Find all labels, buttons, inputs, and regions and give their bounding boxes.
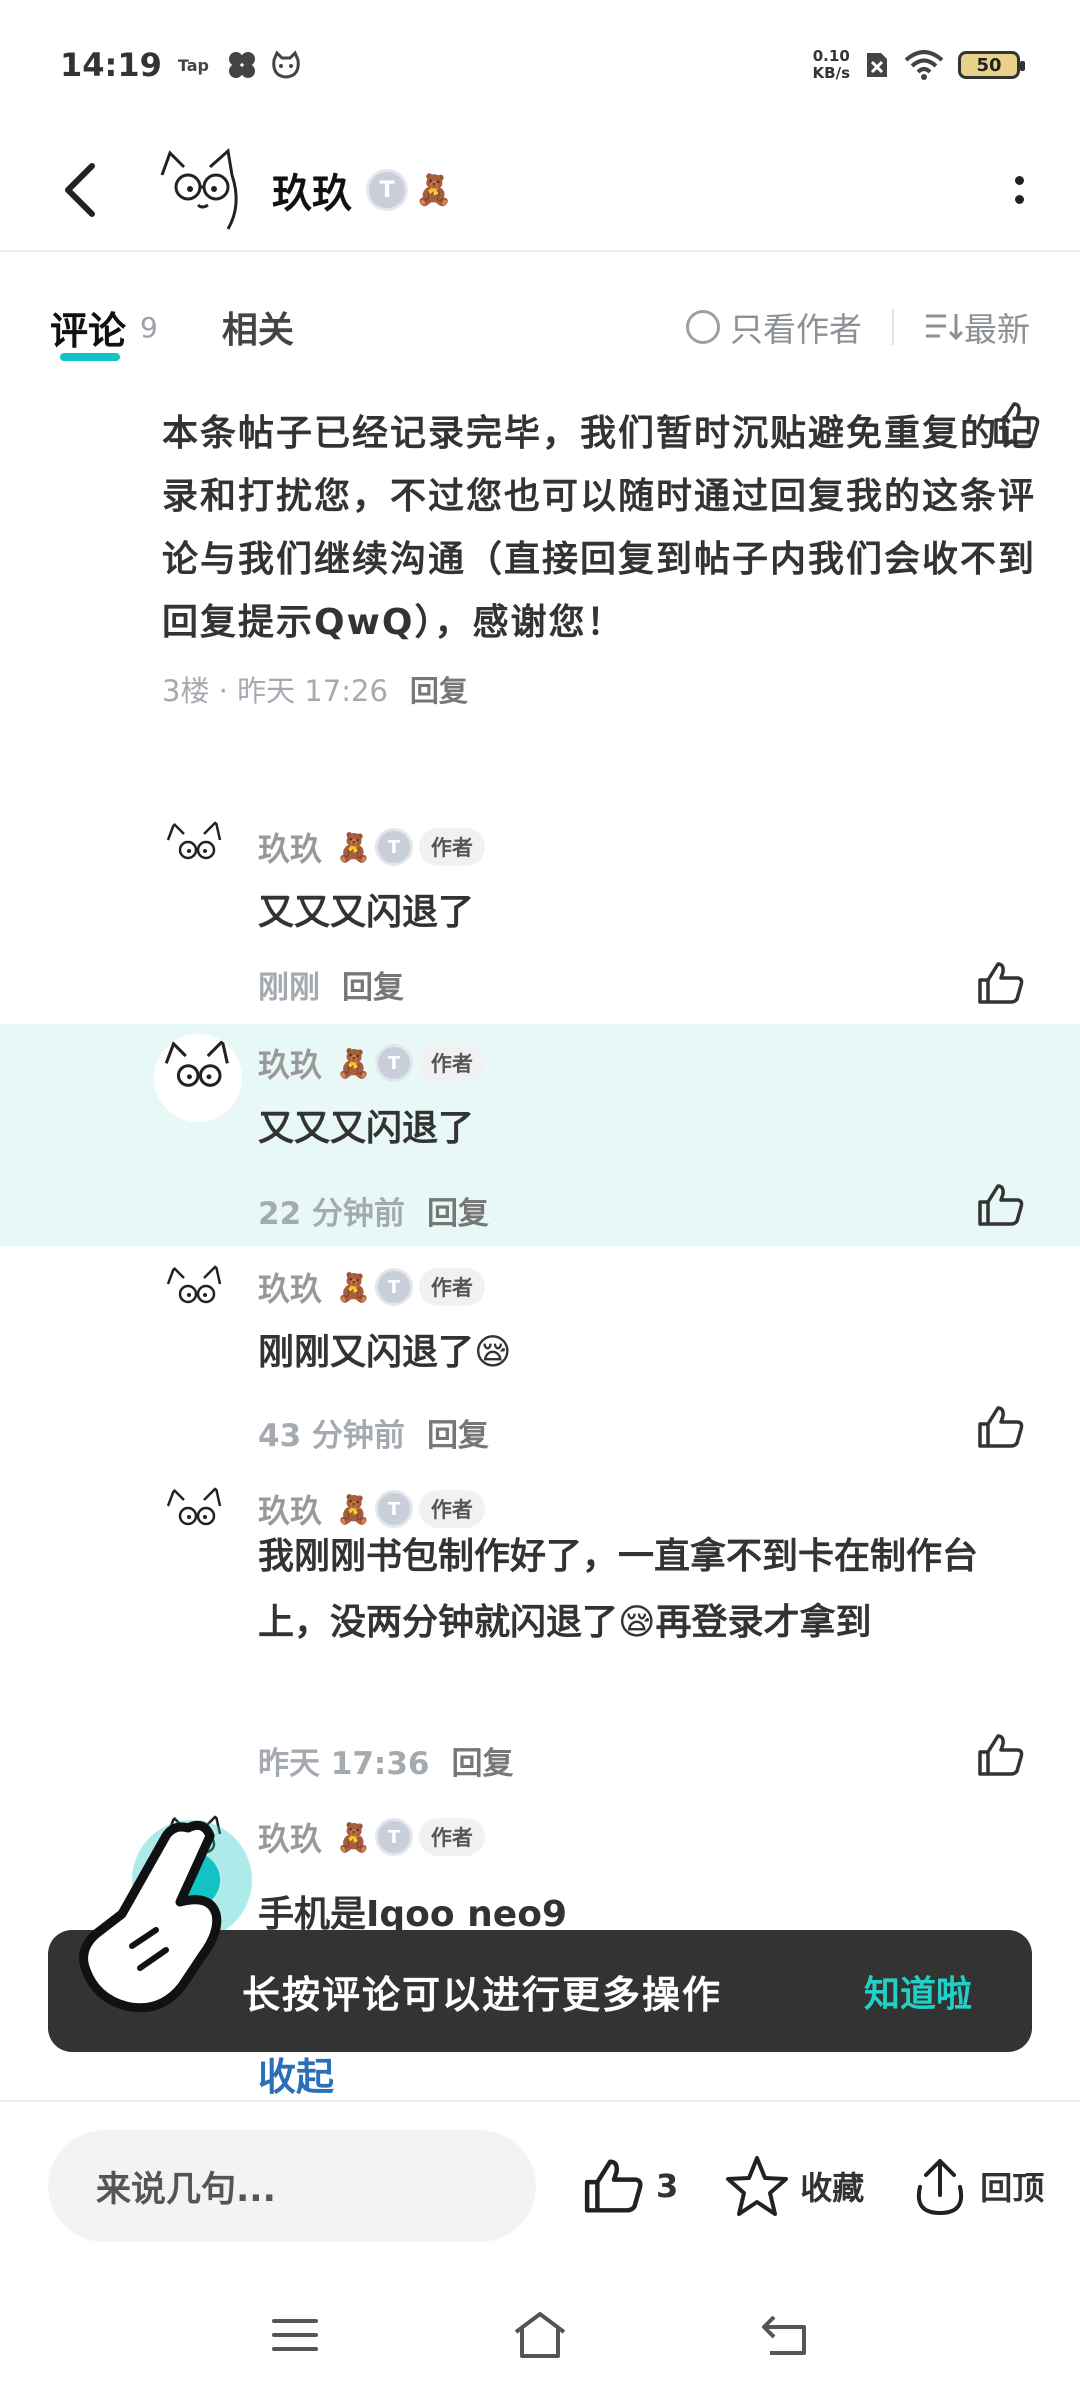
- top-app-bar: 玖玖 T 🧸: [0, 130, 1080, 252]
- reply-time: 22 分钟前: [258, 1196, 405, 1232]
- level-badge: T: [374, 828, 413, 866]
- author-tag: 作者: [418, 1490, 485, 1528]
- reply-text: 我刚刚书包制作好了，一直拿不到卡在制作台上，没两分钟就闪退了😪再登录才拿到: [258, 1536, 979, 1643]
- main-comment[interactable]: 本条帖子已经记录完毕，我们暂时沉贴避免重复的记录和打扰您，不过您也可以随时通过回…: [162, 402, 1042, 710]
- battery-indicator: 50: [958, 51, 1025, 79]
- radio-icon: [686, 310, 720, 344]
- status-bar: 14:19 Tap 0.10 KB/s 50: [0, 0, 1080, 130]
- thumbs-up-icon[interactable]: [976, 1732, 1026, 1778]
- reply-author[interactable]: 玖玖: [258, 1264, 322, 1310]
- app-tag: Tap: [177, 55, 209, 75]
- home-icon[interactable]: [510, 2310, 570, 2360]
- sort-label: 最新: [964, 310, 1030, 349]
- reply-button[interactable]: 回复: [410, 668, 468, 710]
- author-tag: 作者: [418, 828, 485, 866]
- favorite-button[interactable]: 收藏: [724, 2154, 864, 2218]
- cat-icon: [272, 50, 300, 79]
- thumbs-up-icon: [584, 2159, 643, 2213]
- system-nav-bar: [0, 2290, 1080, 2380]
- reply-author[interactable]: 玖玖: [258, 1040, 322, 1086]
- thumbs-up-icon[interactable]: [992, 400, 1042, 446]
- avatar[interactable]: [160, 1482, 232, 1554]
- status-time: 14:19: [60, 46, 162, 84]
- more-options-button[interactable]: [1015, 176, 1024, 204]
- comment-tabs: 评论 9 相关 只看作者 最新: [0, 290, 1080, 364]
- toast-dismiss-button[interactable]: 知道啦: [864, 1965, 972, 2017]
- sticker-badge-icon: 🧸: [336, 1046, 371, 1080]
- net-speed: 0.10 KB/s: [812, 47, 850, 82]
- sticker-badge-icon[interactable]: 🧸: [412, 170, 456, 210]
- like-count: 3: [656, 2167, 679, 2205]
- reply-item[interactable]: 玖玖 🧸 T 作者 我刚刚书包制作好了，一直拿不到卡在制作台上，没两分钟就闪退了…: [0, 1472, 1080, 1782]
- upload-arrow-icon: [917, 2159, 964, 2216]
- collapse-replies-link[interactable]: 收起: [258, 2046, 334, 2101]
- avatar[interactable]: [160, 816, 232, 888]
- reply-button[interactable]: 回复: [427, 1410, 489, 1455]
- thumbs-up-icon[interactable]: [976, 960, 1026, 1006]
- reply-button[interactable]: 回复: [427, 1188, 489, 1233]
- reply-time: 昨天 17:36: [258, 1746, 430, 1782]
- comment-floor-time: 3楼 · 昨天 17:26: [162, 674, 388, 708]
- author-tag: 作者: [418, 1818, 485, 1856]
- author-only-toggle[interactable]: 只看作者: [686, 303, 862, 351]
- dot-icon: [1015, 176, 1024, 185]
- wifi-icon: [904, 50, 944, 80]
- reply-item-highlighted[interactable]: 玖玖 🧸 T 作者 又又又闪退了 22 分钟前 回复: [0, 1024, 1080, 1246]
- back-to-top-label: 回顶: [980, 2169, 1045, 2207]
- back-nav-icon[interactable]: [760, 2313, 810, 2357]
- bottom-action-bar: 来说几句... 3 收藏 回顶: [0, 2100, 1080, 2270]
- reply-text: 又又又闪退了: [258, 1108, 475, 1149]
- level-badge: T: [374, 1268, 413, 1306]
- dot-icon: [1015, 195, 1024, 204]
- author-tag: 作者: [418, 1268, 485, 1306]
- comment-meta: 3楼 · 昨天 17:26 回复: [162, 402, 1042, 710]
- avatar[interactable]: [160, 1260, 232, 1332]
- sticker-badge-icon: 🧸: [336, 1820, 371, 1854]
- page-title: 玖玖: [272, 171, 352, 217]
- reply-text: 又又又闪退了: [258, 892, 475, 933]
- level-badge: T: [374, 1818, 413, 1856]
- tab-comments[interactable]: 评论: [50, 300, 126, 361]
- level-badge[interactable]: T: [366, 169, 408, 211]
- level-badge: T: [374, 1490, 413, 1528]
- reply-button[interactable]: 回复: [342, 962, 404, 1007]
- sort-icon: [926, 314, 964, 341]
- chevron-left-icon: [65, 163, 95, 217]
- thumbs-up-icon[interactable]: [976, 1182, 1026, 1228]
- reply-author[interactable]: 玖玖: [258, 1814, 322, 1860]
- reply-time: 43 分钟前: [258, 1418, 405, 1454]
- level-badge: T: [374, 1044, 413, 1082]
- reply-author[interactable]: 玖玖: [258, 824, 322, 870]
- back-button[interactable]: [50, 160, 110, 220]
- toast-message: 长按评论可以进行更多操作: [242, 1972, 723, 2017]
- reply-time: 刚刚: [258, 970, 320, 1006]
- favorite-label: 收藏: [800, 2169, 865, 2207]
- star-icon: [726, 2156, 789, 2216]
- reply-text: 刚刚又闪退了😪: [258, 1332, 512, 1373]
- reply-item[interactable]: 玖玖 🧸 T 作者 刚刚又闪退了😪 43 分钟前 回复: [0, 1250, 1080, 1470]
- author-tag: 作者: [418, 1044, 485, 1082]
- pointing-hand-overlay-icon: [79, 1820, 222, 2013]
- reply-item[interactable]: 玖玖 🧸 T 作者 又又又闪退了 刚刚 回复: [0, 810, 1080, 1020]
- sort-button[interactable]: 最新: [924, 303, 1030, 351]
- no-sim-icon: [867, 53, 887, 77]
- comments-count: 9: [140, 310, 158, 344]
- reply-button[interactable]: 回复: [451, 1738, 513, 1783]
- tab-related[interactable]: 相关: [222, 301, 294, 353]
- avatar[interactable]: [150, 145, 250, 235]
- menu-icon[interactable]: [270, 2315, 320, 2355]
- thumbs-up-icon[interactable]: [976, 1404, 1026, 1450]
- clover-icon: [228, 52, 255, 78]
- comment-text: 本条帖子已经记录完毕，我们暂时沉贴避免重复的记录和打扰您，不过您也可以随时通过回…: [162, 413, 1037, 643]
- divider: [892, 309, 894, 345]
- sticker-badge-icon: 🧸: [336, 1492, 371, 1526]
- sticker-badge-icon: 🧸: [336, 1270, 371, 1304]
- sticker-badge-icon: 🧸: [336, 830, 371, 864]
- like-button[interactable]: 3: [582, 2156, 678, 2216]
- author-only-label: 只看作者: [730, 310, 862, 349]
- back-to-top-button[interactable]: 回顶: [910, 2155, 1044, 2217]
- avatar[interactable]: [154, 1034, 242, 1122]
- comment-input[interactable]: 来说几句...: [48, 2130, 536, 2242]
